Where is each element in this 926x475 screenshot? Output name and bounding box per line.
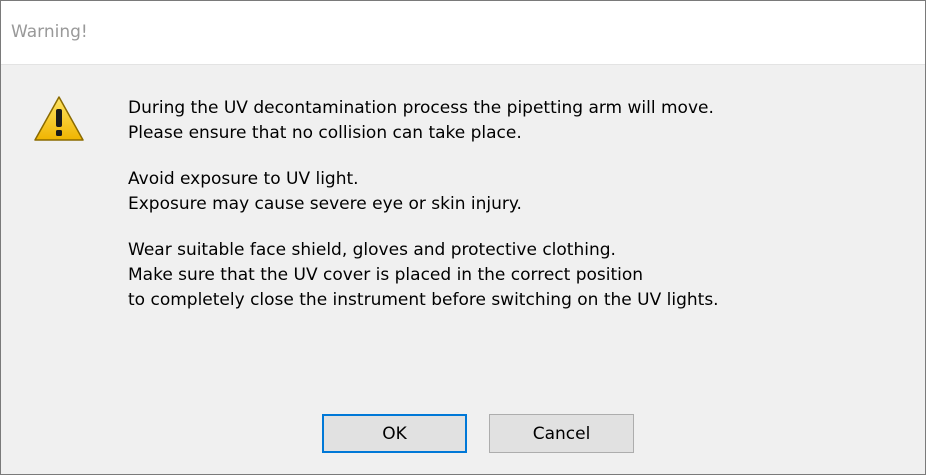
cancel-button[interactable]: Cancel — [489, 414, 634, 453]
dialog-title: Warning! — [11, 22, 88, 42]
message-line: Exposure may cause severe eye or skin in… — [128, 194, 522, 214]
message-line: Avoid exposure to UV light. — [128, 169, 359, 189]
title-bar[interactable]: Warning! — [1, 1, 925, 65]
warning-triangle-icon — [34, 96, 84, 141]
message-paragraph: Avoid exposure to UV light. Exposure may… — [128, 167, 908, 217]
message-paragraph: During the UV decontamination process th… — [128, 96, 908, 146]
message-line: Wear suitable face shield, gloves and pr… — [128, 240, 616, 260]
message-line: During the UV decontamination process th… — [128, 98, 714, 118]
warning-message: During the UV decontamination process th… — [128, 96, 908, 334]
message-line: to completely close the instrument befor… — [128, 290, 719, 310]
ok-button[interactable]: OK — [322, 414, 467, 453]
message-line: Please ensure that no collision can take… — [128, 123, 522, 143]
message-paragraph: Wear suitable face shield, gloves and pr… — [128, 238, 908, 313]
warning-dialog: Warning! During the UV decontamination p… — [0, 0, 926, 475]
message-line: Make sure that the UV cover is placed in… — [128, 265, 644, 285]
